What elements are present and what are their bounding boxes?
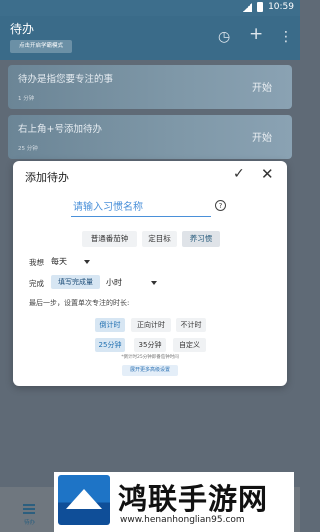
close-icon[interactable]: ✕ xyxy=(261,165,274,183)
start-button[interactable]: 开始 xyxy=(252,129,272,144)
watermark: 鸿联手游网 www.henanhonglian95.com xyxy=(54,472,294,532)
amount-chip[interactable]: 填写完成量 xyxy=(51,275,100,289)
type-habit-button[interactable]: 养习惯 xyxy=(182,231,220,247)
count-up-button[interactable]: 正向计时 xyxy=(131,318,171,332)
add-todo-dialog: 添加待办 ✓ ✕ ? 普通番茄钟 定目标 养习惯 我想 每天 完成 填写完成量 … xyxy=(13,161,287,386)
duration-25-button[interactable]: 25分钟 xyxy=(95,338,125,352)
watermark-logo-icon xyxy=(58,475,110,525)
no-timer-button[interactable]: 不计时 xyxy=(176,318,206,332)
watermark-url: www.henanhonglian95.com xyxy=(120,515,245,525)
todo-duration: 1 分钟 xyxy=(18,96,35,102)
battery-icon xyxy=(257,2,264,12)
dialog-title: 添加待办 xyxy=(25,171,69,184)
status-time: 10:59 xyxy=(268,2,294,12)
bottom-nav-label[interactable]: 待办 xyxy=(24,518,35,526)
signal-icon xyxy=(243,2,253,12)
todo-title: 待办是指您要专注的事 xyxy=(18,74,114,85)
duration-35-button[interactable]: 35分钟 xyxy=(134,338,166,352)
chevron-down-icon[interactable] xyxy=(151,281,157,285)
more-settings-link[interactable]: 展开更多高级设置 xyxy=(122,365,178,376)
custom-duration-button[interactable]: 自定义 xyxy=(173,338,206,352)
todo-card[interactable]: 待办是指您要专注的事 1 分钟 开始 xyxy=(8,65,292,109)
todo-title: 右上角+号添加待办 xyxy=(18,124,102,135)
hint-note: *倒计时25分钟即番茄钟时间 xyxy=(121,355,179,360)
countdown-button[interactable]: 倒计时 xyxy=(95,318,125,332)
watermark-title: 鸿联手游网 xyxy=(118,482,269,516)
confirm-check-icon[interactable]: ✓ xyxy=(233,166,245,182)
type-goal-button[interactable]: 定目标 xyxy=(142,231,177,247)
more-vertical-icon[interactable]: ⋮ xyxy=(279,30,293,44)
type-pomodoro-button[interactable]: 普通番茄钟 xyxy=(82,231,137,247)
clock-icon[interactable]: ◷ xyxy=(218,30,230,44)
complete-label: 完成 xyxy=(29,279,44,288)
last-step-text: 最后一步，设置单次专注的时长: xyxy=(29,299,130,307)
study-mode-chip[interactable]: 点击开启学霸模式 xyxy=(10,40,72,53)
page-title: 待办 xyxy=(10,22,35,36)
frequency-select[interactable]: 每天 xyxy=(51,256,67,267)
chevron-down-icon[interactable] xyxy=(84,260,90,264)
add-icon[interactable]: + xyxy=(249,26,263,43)
help-icon[interactable]: ? xyxy=(215,200,226,211)
unit-select[interactable]: 小时 xyxy=(106,277,122,288)
todo-card[interactable]: 右上角+号添加待办 25 分钟 开始 xyxy=(8,115,292,159)
menu-icon[interactable] xyxy=(23,504,35,514)
habit-name-input[interactable] xyxy=(71,199,211,217)
status-bar: 10:59 xyxy=(0,0,300,16)
todo-duration: 25 分钟 xyxy=(18,146,38,152)
app-header: 待办 点击开启学霸模式 ◷ + ⋮ xyxy=(0,16,300,60)
want-label: 我想 xyxy=(29,258,44,267)
start-button[interactable]: 开始 xyxy=(252,79,272,94)
